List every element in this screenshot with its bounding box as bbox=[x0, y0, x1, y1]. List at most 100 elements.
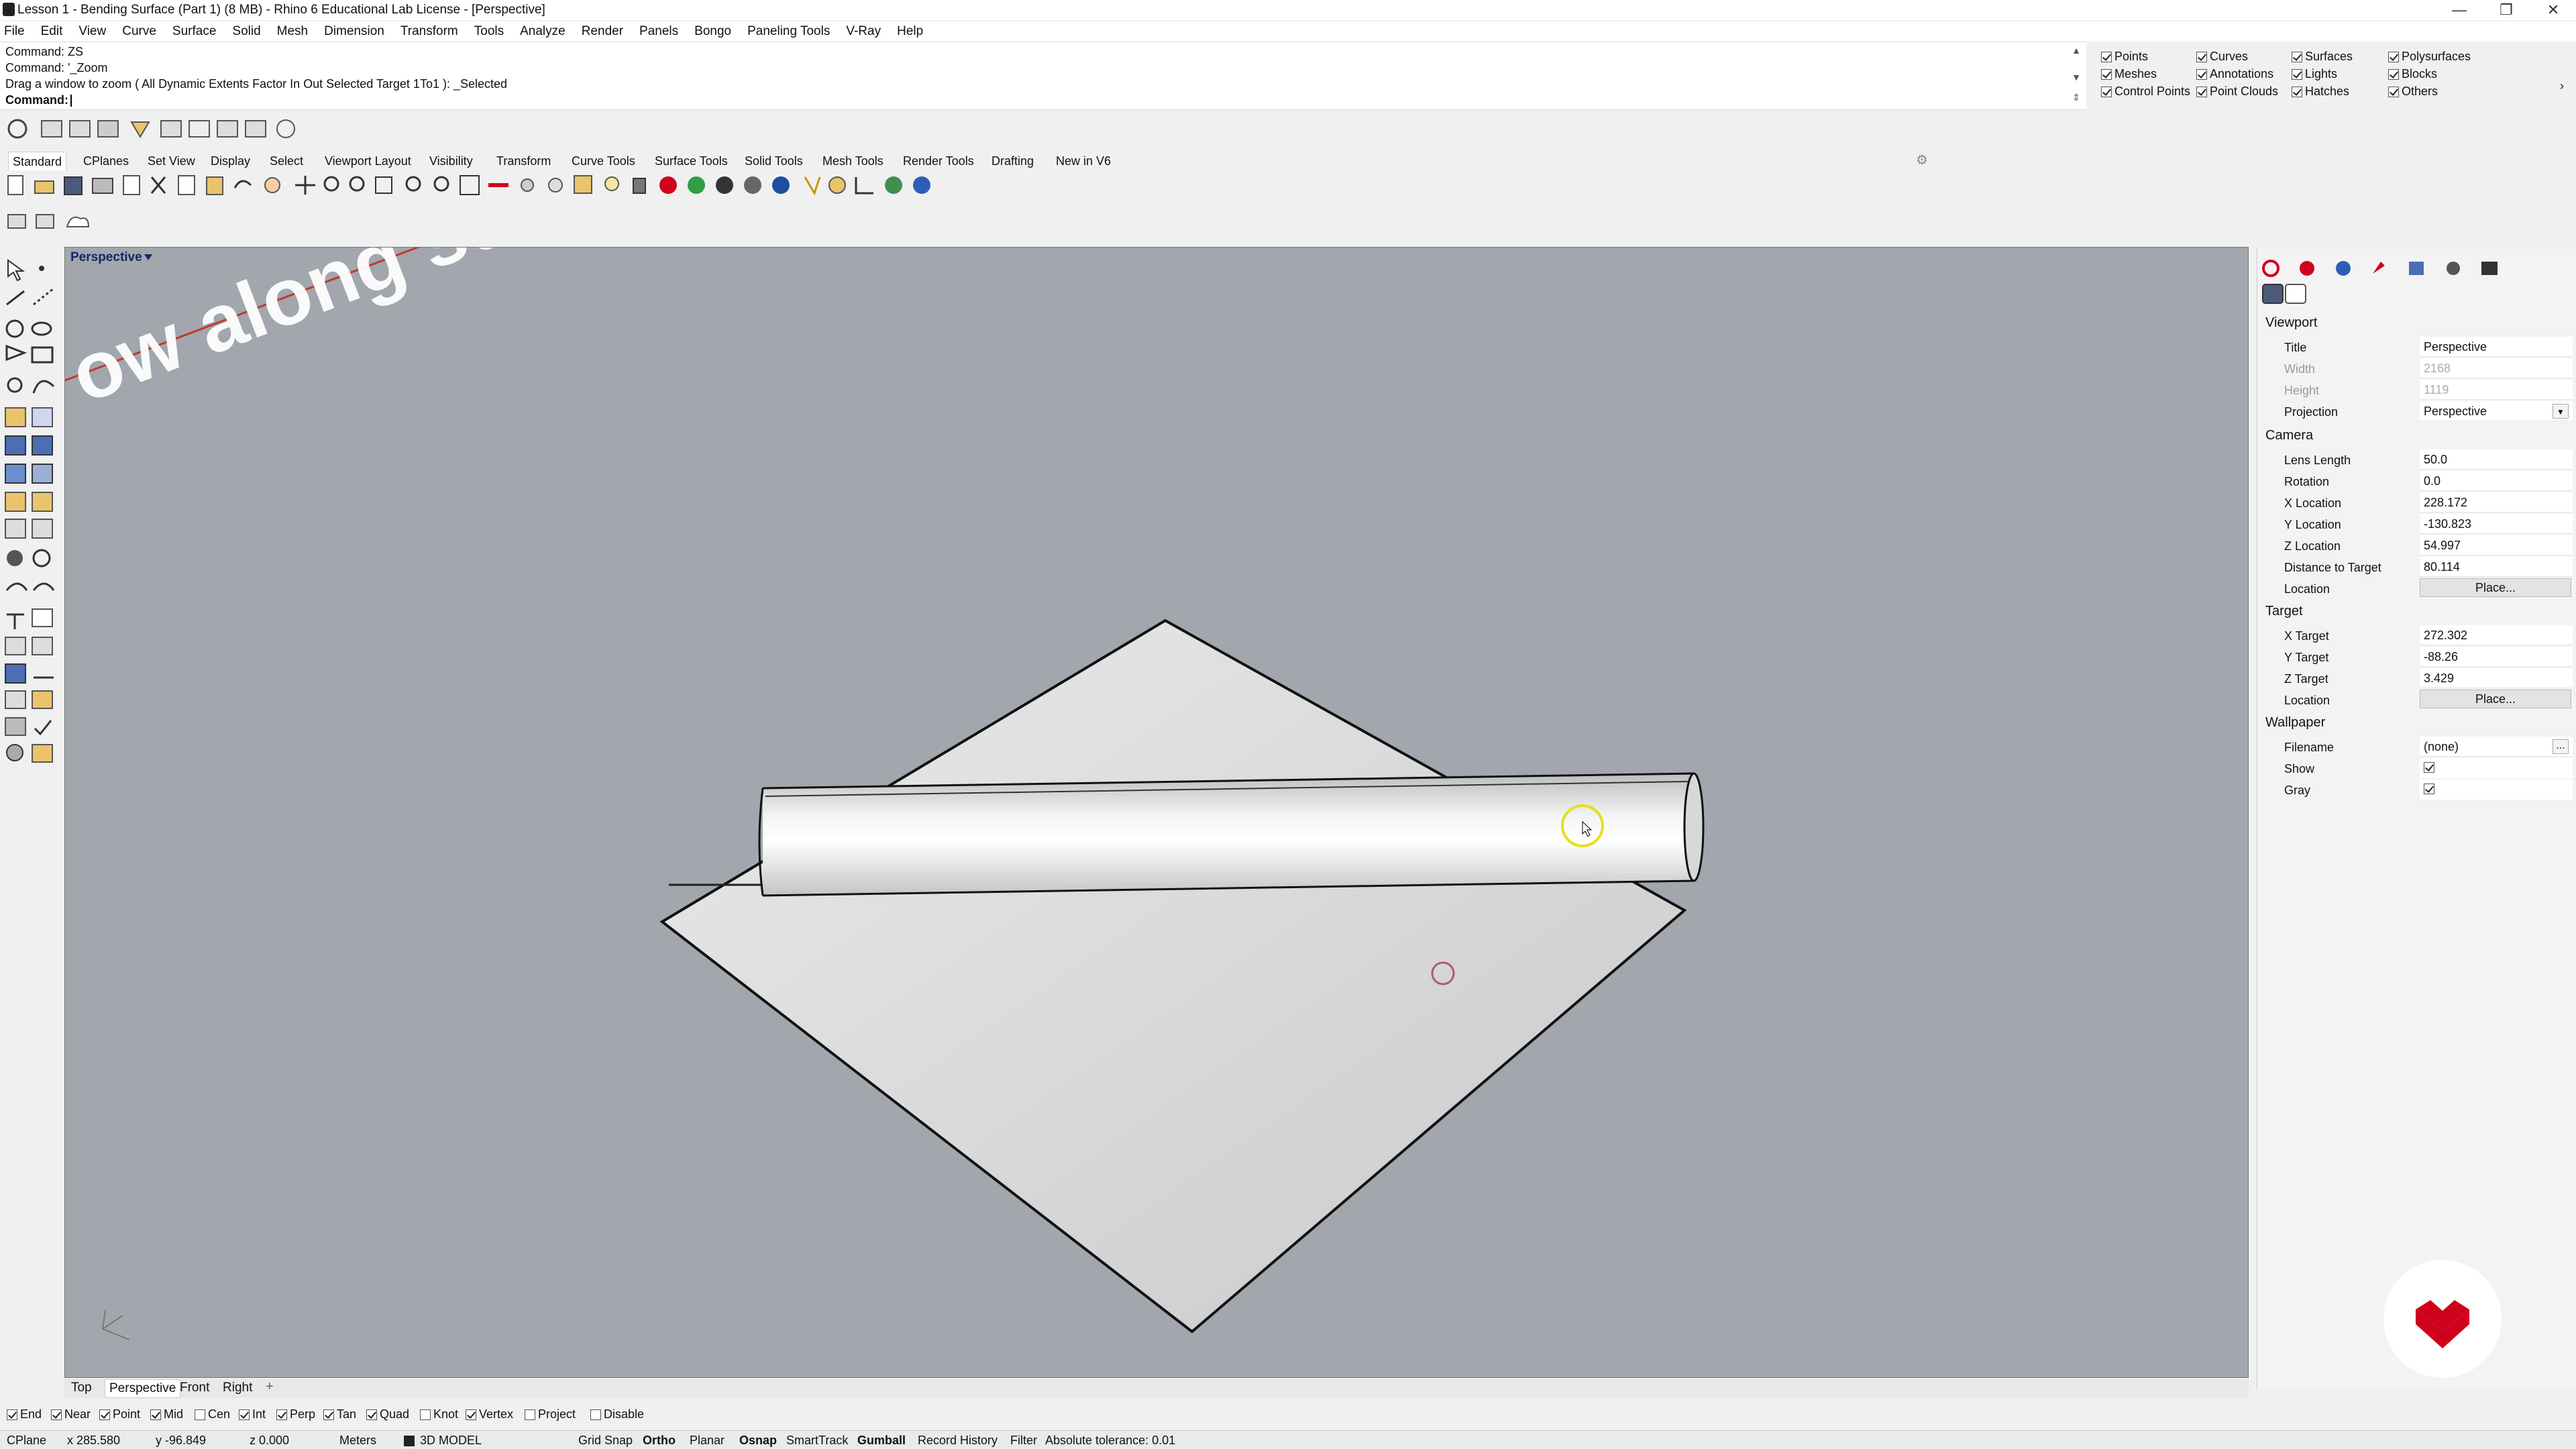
filter-points[interactable]: Points bbox=[2101, 50, 2148, 64]
menu-tools[interactable]: Tools bbox=[474, 21, 504, 42]
checkbox-icon[interactable] bbox=[150, 1409, 161, 1420]
osnap-point[interactable]: Point bbox=[99, 1407, 140, 1421]
extra-toolbar-icons[interactable] bbox=[0, 208, 94, 235]
filter-surfaces[interactable]: Surfaces bbox=[2292, 50, 2353, 64]
tab-drafting[interactable]: Drafting bbox=[991, 154, 1034, 168]
y-target-field[interactable]: -88.26 bbox=[2420, 647, 2573, 667]
filter-meshes[interactable]: Meshes bbox=[2101, 67, 2157, 81]
checkbox-icon[interactable] bbox=[2101, 68, 2112, 80]
checkbox-icon[interactable] bbox=[2292, 86, 2302, 97]
scroll-up-icon[interactable]: ▲ bbox=[2070, 45, 2082, 57]
z-target-field[interactable]: 3.429 bbox=[2420, 668, 2573, 688]
checkbox-icon[interactable] bbox=[366, 1409, 377, 1420]
expand-panel-icon[interactable]: › bbox=[2560, 79, 2564, 93]
tab-mesh-tools[interactable]: Mesh Tools bbox=[822, 154, 883, 168]
gear-icon[interactable]: ⚙ bbox=[1916, 152, 1928, 168]
tab-new-in-v6[interactable]: New in V6 bbox=[1056, 154, 1111, 168]
scroll-down-icon[interactable]: ▼ bbox=[2070, 72, 2082, 84]
status-ortho[interactable]: Ortho bbox=[643, 1434, 676, 1448]
tab-solid-tools[interactable]: Solid Tools bbox=[745, 154, 803, 168]
osnap-end[interactable]: End bbox=[7, 1407, 42, 1421]
checkbox-icon[interactable] bbox=[99, 1409, 110, 1420]
osnap-perp[interactable]: Perp bbox=[276, 1407, 315, 1421]
filter-control-points[interactable]: Control Points bbox=[2101, 85, 2190, 99]
gray-checkbox[interactable] bbox=[2420, 780, 2573, 800]
close-button[interactable]: ✕ bbox=[2533, 1, 2573, 19]
x-target-field[interactable]: 272.302 bbox=[2420, 625, 2573, 645]
status-osnap[interactable]: Osnap bbox=[739, 1434, 777, 1448]
tab-cplanes[interactable]: CPlanes bbox=[83, 154, 129, 168]
status-smarttrack[interactable]: SmartTrack bbox=[786, 1434, 848, 1448]
tab-surface-tools[interactable]: Surface Tools bbox=[655, 154, 728, 168]
title-field[interactable]: Perspective bbox=[2420, 337, 2573, 357]
tab-select[interactable]: Select bbox=[270, 154, 303, 168]
tab-display[interactable]: Display bbox=[211, 154, 250, 168]
perspective-viewport[interactable]: Perspective ow along surf bbox=[64, 247, 2249, 1378]
checkbox-icon[interactable] bbox=[2196, 86, 2207, 97]
vp-tab-perspective[interactable]: Perspective bbox=[105, 1379, 181, 1398]
osnap-cen[interactable]: Cen bbox=[195, 1407, 230, 1421]
checkbox-icon[interactable] bbox=[2388, 86, 2399, 97]
command-line[interactable]: Command: bbox=[5, 93, 72, 107]
status-record-history[interactable]: Record History bbox=[918, 1434, 998, 1448]
status-layer[interactable]: 3D MODEL bbox=[420, 1434, 482, 1448]
status-gumball[interactable]: Gumball bbox=[857, 1434, 906, 1448]
camera-place-button[interactable]: Place... bbox=[2420, 578, 2571, 597]
osnap-int[interactable]: Int bbox=[239, 1407, 266, 1421]
osnap-project[interactable]: Project bbox=[525, 1407, 576, 1421]
checkbox-icon[interactable] bbox=[195, 1409, 205, 1420]
status-cplane[interactable]: CPlane bbox=[7, 1434, 46, 1448]
tab-transform[interactable]: Transform bbox=[496, 154, 551, 168]
checkbox-icon[interactable] bbox=[2292, 51, 2302, 62]
filter-others[interactable]: Others bbox=[2388, 85, 2438, 99]
rotation-field[interactable]: 0.0 bbox=[2420, 471, 2573, 491]
quick-toolbar-icons[interactable] bbox=[0, 115, 309, 142]
z-location-field[interactable]: 54.997 bbox=[2420, 535, 2573, 555]
chevron-down-icon[interactable]: ▼ bbox=[2553, 404, 2569, 419]
tab-visibility[interactable]: Visibility bbox=[429, 154, 473, 168]
y-location-field[interactable]: -130.823 bbox=[2420, 514, 2573, 534]
target-place-button[interactable]: Place... bbox=[2420, 690, 2571, 708]
checkbox-icon[interactable] bbox=[239, 1409, 250, 1420]
menu-analyze[interactable]: Analyze bbox=[520, 21, 566, 42]
filter-lights[interactable]: Lights bbox=[2292, 67, 2337, 81]
vp-tab-right[interactable]: Right bbox=[223, 1381, 252, 1395]
filter-curves[interactable]: Curves bbox=[2196, 50, 2248, 64]
menu-mesh[interactable]: Mesh bbox=[277, 21, 308, 42]
status-filter[interactable]: Filter bbox=[1010, 1434, 1037, 1448]
menu-render[interactable]: Render bbox=[582, 21, 623, 42]
osnap-near[interactable]: Near bbox=[51, 1407, 91, 1421]
tab-standard[interactable]: Standard bbox=[8, 152, 67, 170]
menu-bongo[interactable]: Bongo bbox=[694, 21, 731, 42]
filter-hatches[interactable]: Hatches bbox=[2292, 85, 2349, 99]
checkbox-icon[interactable] bbox=[7, 1409, 17, 1420]
checkbox-icon[interactable] bbox=[2196, 51, 2207, 62]
filter-point-clouds[interactable]: Point Clouds bbox=[2196, 85, 2278, 99]
checkbox-icon[interactable] bbox=[420, 1409, 431, 1420]
menu-surface[interactable]: Surface bbox=[172, 21, 216, 42]
filter-polysurfaces[interactable]: Polysurfaces bbox=[2388, 50, 2471, 64]
distance-to-target-field[interactable]: 80.114 bbox=[2420, 557, 2573, 577]
osnap-tan[interactable]: Tan bbox=[323, 1407, 356, 1421]
panel-tab-icons[interactable] bbox=[2257, 251, 2576, 305]
osnap-quad[interactable]: Quad bbox=[366, 1407, 409, 1421]
checkbox-icon[interactable] bbox=[51, 1409, 62, 1420]
checkbox-icon[interactable] bbox=[276, 1409, 287, 1420]
menu-solid[interactable]: Solid bbox=[232, 21, 260, 42]
osnap-knot[interactable]: Knot bbox=[420, 1407, 458, 1421]
history-spin-icon[interactable]: ⇕ bbox=[2070, 92, 2082, 104]
menu-file[interactable]: File bbox=[4, 21, 25, 42]
menu-vray[interactable]: V-Ray bbox=[846, 21, 881, 42]
add-viewport-icon[interactable]: + bbox=[266, 1379, 274, 1395]
status-units[interactable]: Meters bbox=[339, 1434, 376, 1448]
checkbox-icon[interactable] bbox=[2101, 86, 2112, 97]
menu-view[interactable]: View bbox=[78, 21, 106, 42]
vp-tab-top[interactable]: Top bbox=[71, 1381, 92, 1395]
filename-field[interactable]: (none) bbox=[2420, 737, 2573, 757]
checkbox-icon[interactable] bbox=[2292, 68, 2302, 80]
projection-select[interactable]: Perspective bbox=[2420, 401, 2573, 421]
restore-button[interactable]: ❐ bbox=[2486, 1, 2526, 19]
menu-edit[interactable]: Edit bbox=[41, 21, 63, 42]
x-location-field[interactable]: 228.172 bbox=[2420, 492, 2573, 513]
left-toolbar-icons[interactable] bbox=[0, 248, 62, 771]
